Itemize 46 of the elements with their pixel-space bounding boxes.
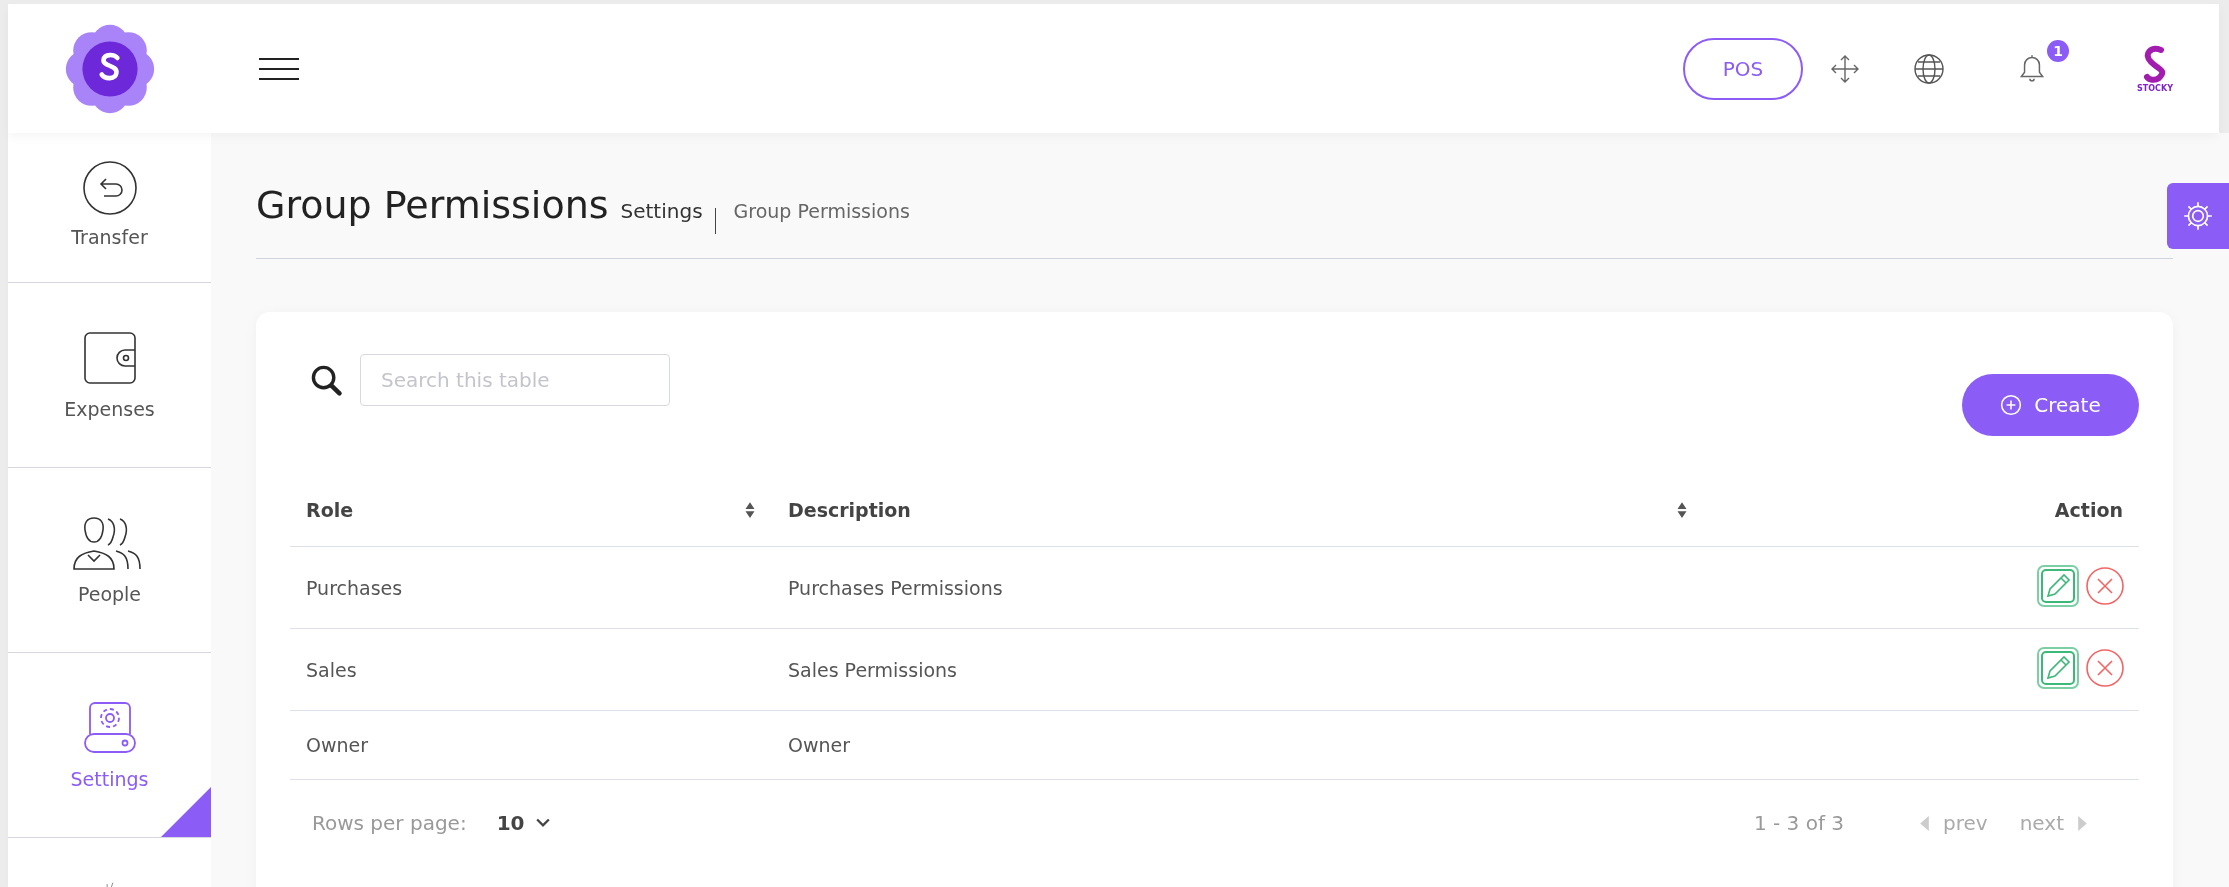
column-header[interactable]: Description [772, 474, 1704, 547]
table-cell: Owner [772, 710, 1704, 780]
breadcrumb-link[interactable]: Settings [620, 199, 703, 223]
edit-icon[interactable] [2037, 646, 2079, 689]
logo-icon [63, 22, 156, 115]
menu-icon[interactable] [259, 56, 299, 81]
gear-icon [2181, 199, 2215, 233]
search-field[interactable]: Search this table [360, 354, 670, 406]
notification-badge: 1 [2047, 39, 2069, 62]
breadcrumb-current: Group Permissions [733, 200, 910, 222]
sidebar-item[interactable]: People [8, 468, 211, 653]
sidebar-label: Settings [70, 768, 149, 790]
page-range: 1 - 3 of 3 [1753, 811, 1845, 835]
sidebar-label: Expenses [64, 398, 155, 420]
globe-icon[interactable] [1913, 52, 1945, 85]
pos-button[interactable]: POS [1683, 37, 1803, 100]
sidebar-label: Transfer [71, 226, 148, 248]
delete-icon[interactable] [2085, 565, 2125, 606]
sort-icon [1676, 501, 1688, 519]
sort-icon [744, 501, 756, 519]
sidebar-item[interactable]: Settings [8, 653, 211, 838]
sidebar-item[interactable]: Expenses [8, 283, 211, 468]
caret-right-icon [2078, 815, 2087, 831]
rows-per-page-label: Rows per page: [312, 811, 467, 835]
rows-per-page-select[interactable]: 10 [490, 810, 557, 836]
edit-icon[interactable] [2037, 564, 2079, 607]
brand-name: STOCKY [2137, 84, 2173, 93]
settings-icon [81, 700, 138, 756]
create-button[interactable]: Create [1962, 374, 2139, 436]
column-header[interactable]: Role [290, 474, 772, 547]
search-icon [310, 364, 344, 398]
sidebar-label: People [77, 583, 142, 605]
sidebar-item[interactable]: Transfer [8, 133, 211, 283]
chevron-down-icon [536, 818, 551, 828]
table-cell: Purchases Permissions [772, 546, 1704, 629]
table-cell: Sales [290, 628, 772, 711]
table-cell: Purchases [290, 546, 772, 629]
delete-icon[interactable] [2085, 647, 2125, 688]
table-cell: Owner [290, 710, 772, 780]
wallet-icon [81, 330, 138, 386]
caret-left-icon [1920, 815, 1930, 831]
plus-circle-icon [2000, 394, 2023, 416]
settings-panel-button[interactable] [2167, 183, 2229, 249]
page-title: Group Permissions [256, 183, 609, 227]
table-cell: Sales Permissions [772, 628, 1704, 711]
column-header: Action [1704, 474, 2139, 547]
